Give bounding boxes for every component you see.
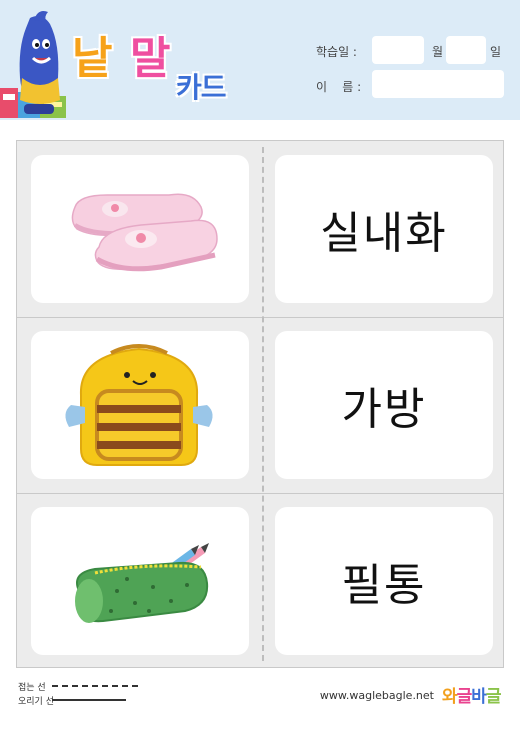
month-label: 월 (432, 45, 444, 59)
website-link[interactable]: www.waglebagle.net (320, 689, 434, 702)
card-sheet: 실내화 가방 필통 (16, 140, 504, 668)
word-text: 실내화 (320, 208, 448, 259)
day-input[interactable] (446, 36, 486, 64)
brand-char-1: 와 (442, 687, 458, 707)
fold-line-sample (52, 685, 138, 687)
image-card-3 (31, 507, 249, 655)
fold-line (262, 147, 264, 661)
name-label: 이 름 : (316, 80, 362, 94)
image-card-1 (31, 155, 249, 303)
month-input[interactable] (372, 36, 424, 64)
logo-word-1: 낱 (72, 33, 113, 84)
row-divider (17, 493, 503, 494)
day-label: 일 (490, 45, 502, 59)
row-divider (17, 317, 503, 318)
word-card-2: 가방 (275, 331, 493, 479)
fold-line-label: 접는 선 (18, 683, 46, 693)
brand-char-4: 글 (485, 687, 502, 707)
logo-word-2: 말 (130, 33, 171, 84)
indoor-shoes-image (71, 193, 218, 272)
brand-char-2: 글 (456, 687, 473, 707)
cut-line-label: 오리기 선 (18, 697, 54, 707)
backpack-image (65, 344, 213, 466)
logo-title: 낱 말 카드 (68, 22, 268, 104)
logo-word-3: 카드 (176, 71, 227, 104)
mascot-illustration (0, 11, 66, 118)
image-card-2 (31, 331, 249, 479)
name-input[interactable] (372, 70, 504, 98)
word-card-3: 필통 (275, 507, 493, 655)
study-date-label: 학습일 : (316, 45, 357, 59)
brand-char-3: 바 (471, 687, 487, 707)
word-text: 가방 (341, 384, 427, 435)
cut-line-sample (52, 699, 126, 701)
word-card-1: 실내화 (275, 155, 493, 303)
word-text: 필통 (341, 560, 427, 611)
pencil-case-image (75, 543, 209, 623)
header-banner: 낱 말 카드 학습일 : 월 일 이 름 : (0, 0, 520, 120)
brand-logo: 와글바글 (442, 682, 502, 707)
